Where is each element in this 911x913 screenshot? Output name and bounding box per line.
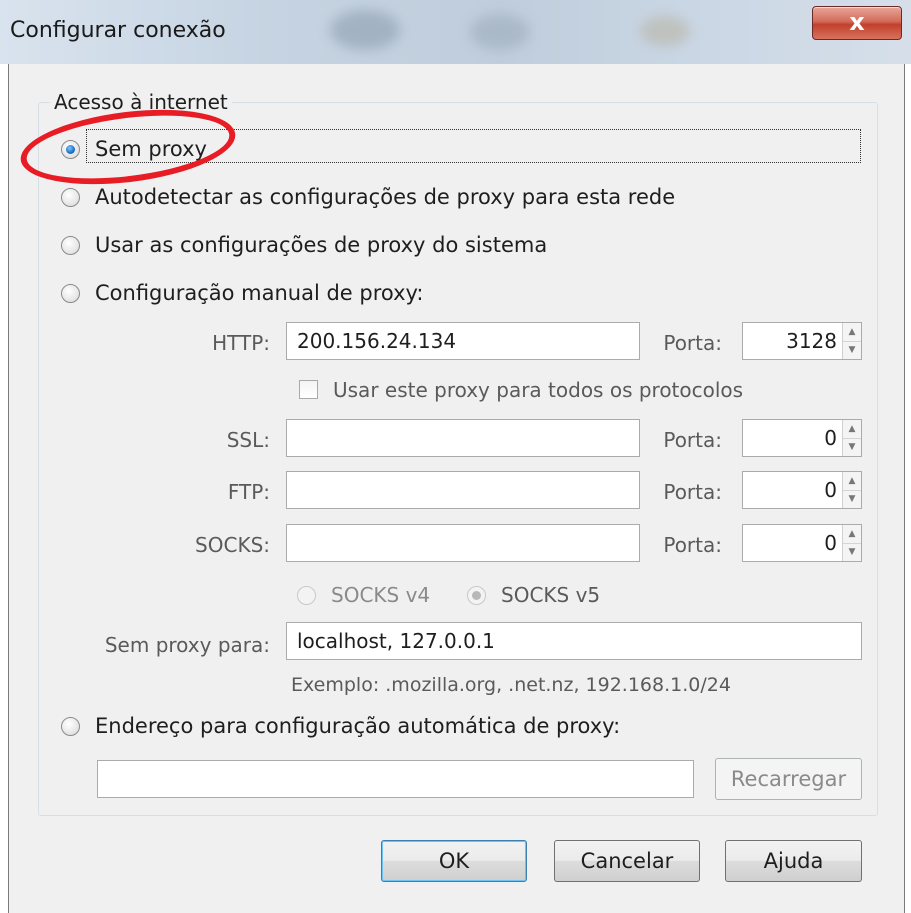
radio-socks-v5-label: SOCKS v5 — [501, 583, 601, 607]
close-icon: x — [849, 8, 865, 36]
radio-button-icon[interactable] — [297, 585, 316, 605]
ftp-port-stepper[interactable]: 0 ▲ ▼ — [742, 471, 862, 509]
spin-arrows: ▲ ▼ — [842, 323, 861, 359]
spin-up-icon[interactable]: ▲ — [843, 472, 861, 491]
socks-label: SOCKS: — [195, 533, 270, 557]
http-port-stepper[interactable]: 3128 ▲ ▼ — [742, 322, 862, 360]
spin-arrows: ▲ ▼ — [842, 525, 861, 561]
spin-down-icon[interactable]: ▼ — [843, 543, 861, 561]
ssl-port-stepper[interactable]: 0 ▲ ▼ — [742, 419, 862, 457]
no-proxy-for-input[interactable]: localhost, 127.0.0.1 — [286, 622, 862, 660]
ftp-port-value: 0 — [824, 478, 837, 502]
http-port-label: Porta: — [663, 331, 722, 355]
auto-config-url-input[interactable] — [97, 760, 694, 798]
help-button[interactable]: Ajuda — [725, 840, 862, 882]
close-button[interactable]: x — [812, 6, 902, 40]
http-proxy-input[interactable]: 200.156.24.134 — [286, 322, 640, 360]
radio-button-icon[interactable] — [61, 235, 80, 255]
spin-down-icon[interactable]: ▼ — [843, 438, 861, 456]
no-proxy-for-label: Sem proxy para: — [104, 633, 270, 657]
ftp-label: FTP: — [227, 480, 270, 504]
ftp-port-label: Porta: — [663, 480, 722, 504]
radio-button-icon[interactable] — [61, 187, 80, 207]
socks-port-value: 0 — [824, 531, 837, 555]
radio-button-icon[interactable] — [61, 716, 80, 736]
reload-button[interactable]: Recarregar — [715, 758, 862, 800]
ftp-proxy-input[interactable] — [286, 471, 640, 509]
http-port-value: 3128 — [786, 329, 837, 353]
title-bar-decoration — [470, 14, 530, 50]
socks-port-stepper[interactable]: 0 ▲ ▼ — [742, 524, 862, 562]
spin-arrows: ▲ ▼ — [842, 420, 861, 456]
radio-button-icon[interactable] — [61, 283, 80, 303]
ssl-label: SSL: — [226, 428, 270, 452]
ssl-proxy-input[interactable] — [286, 419, 640, 457]
spin-arrows: ▲ ▼ — [842, 472, 861, 508]
socks-proxy-input[interactable] — [286, 524, 640, 562]
no-proxy-example: Exemplo: .mozilla.org, .net.nz, 192.168.… — [291, 674, 731, 696]
radio-auto-config-url-label: Endereço para configuração automática de… — [95, 714, 621, 738]
cancel-button[interactable]: Cancelar — [554, 840, 700, 882]
spin-up-icon[interactable]: ▲ — [843, 420, 861, 439]
window-title: Configurar conexão — [10, 18, 226, 43]
use-for-all-protocols-label: Usar este proxy para todos os protocolos — [333, 378, 744, 402]
spin-down-icon[interactable]: ▼ — [843, 490, 861, 508]
spin-down-icon[interactable]: ▼ — [843, 341, 861, 359]
ssl-port-value: 0 — [824, 426, 837, 450]
http-label: HTTP: — [212, 331, 270, 355]
radio-system-proxy-label: Usar as configurações de proxy do sistem… — [95, 233, 548, 257]
internet-access-group — [38, 102, 878, 816]
title-bar: Configurar conexão x — [0, 0, 911, 64]
radio-button-checked-icon[interactable] — [467, 585, 486, 605]
radio-manual-proxy[interactable]: Configuração manual de proxy: — [61, 281, 423, 305]
radio-manual-proxy-label: Configuração manual de proxy: — [95, 281, 424, 305]
radio-auto-detect-label: Autodetectar as configurações de proxy p… — [95, 185, 676, 209]
radio-system-proxy[interactable]: Usar as configurações de proxy do sistem… — [61, 233, 547, 257]
radio-auto-detect[interactable]: Autodetectar as configurações de proxy p… — [61, 185, 675, 209]
title-bar-decoration — [640, 16, 690, 46]
radio-auto-config-url[interactable]: Endereço para configuração automática de… — [61, 714, 620, 738]
radio-socks-v4[interactable]: SOCKS v4 — [297, 583, 430, 607]
spin-up-icon[interactable]: ▲ — [843, 525, 861, 544]
ssl-port-label: Porta: — [663, 428, 722, 452]
title-bar-decoration — [330, 10, 400, 50]
socks-port-label: Porta: — [663, 533, 722, 557]
use-for-all-protocols-checkbox[interactable] — [299, 380, 318, 399]
radio-socks-v5[interactable]: SOCKS v5 — [467, 583, 600, 607]
ok-button[interactable]: OK — [381, 840, 527, 882]
radio-socks-v4-label: SOCKS v4 — [331, 583, 431, 607]
spin-up-icon[interactable]: ▲ — [843, 323, 861, 342]
